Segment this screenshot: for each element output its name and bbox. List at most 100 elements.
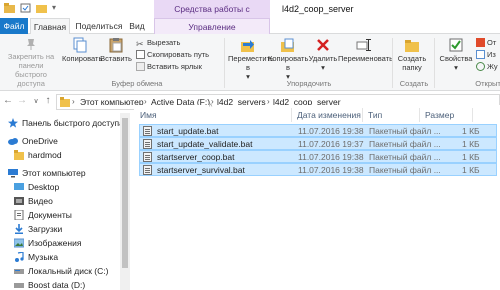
paste-label: Вставить xyxy=(100,54,132,63)
copy-to-icon xyxy=(281,38,294,52)
batch-file-icon xyxy=(143,165,152,175)
file-type: Пакетный файл ... xyxy=(369,139,441,149)
tab-file[interactable]: Файл xyxy=(0,18,28,34)
folder-icon xyxy=(14,150,24,160)
cut-label: Вырезать xyxy=(147,38,181,47)
nav-scrollbar-thumb[interactable] xyxy=(122,118,128,268)
file-size: 1 КБ xyxy=(462,165,480,175)
computer-icon xyxy=(8,169,18,178)
column-separator[interactable] xyxy=(362,108,363,122)
paste-shortcut-button[interactable]: Вставить ярлык xyxy=(136,61,202,72)
scissors-icon: ✂ xyxy=(136,39,144,49)
cloud-icon xyxy=(8,138,18,145)
quick-access-dropdown-icon[interactable]: ▾ xyxy=(52,3,56,12)
copy-to-label: Копировать в xyxy=(268,54,309,72)
delete-button[interactable]: Удалить ▾ xyxy=(308,37,338,72)
copy-button[interactable]: Копировать xyxy=(62,37,102,63)
nav-label-drive-c: Локальный диск (C:) xyxy=(28,266,109,276)
file-modified: 11.07.2016 19:38 xyxy=(298,165,364,175)
column-separator[interactable] xyxy=(472,108,473,122)
nav-label-desktop: Desktop xyxy=(28,182,60,192)
open-icon xyxy=(476,38,485,47)
properties-icon xyxy=(449,38,463,52)
edit-button[interactable]: Из xyxy=(476,49,496,60)
context-group-title: Средства работы с приложениями xyxy=(154,0,270,32)
title-bar: ▾ Средства работы с приложениями l4d2_co… xyxy=(0,0,500,32)
rename-button[interactable]: Переименовать xyxy=(338,37,393,63)
paste-icon xyxy=(109,38,123,53)
group-open-label: Открыть xyxy=(475,79,500,88)
rename-icon xyxy=(356,39,371,51)
column-header-size[interactable]: Размер xyxy=(425,108,454,122)
ribbon-separator xyxy=(434,38,435,88)
tab-share[interactable]: Поделиться xyxy=(74,18,124,34)
file-name: start_update_validate.bat xyxy=(157,139,253,149)
properties-quick-icon[interactable] xyxy=(20,3,31,13)
nav-label-onedrive: OneDrive xyxy=(22,136,58,146)
file-modified: 11.07.2016 19:38 xyxy=(298,152,364,162)
nav-label-this-pc: Этот компьютер xyxy=(22,168,86,178)
star-icon xyxy=(8,118,18,128)
table-row[interactable]: startserver_survival.bat 11.07.2016 19:3… xyxy=(139,163,497,176)
properties-button[interactable]: Свойства ▾ xyxy=(438,37,474,72)
navigation-pane: Панель быстрого доступа OneDrive hardmod… xyxy=(0,113,130,290)
nav-label-music: Музыка xyxy=(28,252,59,262)
batch-file-icon xyxy=(143,126,152,136)
forward-arrow-icon[interactable]: → xyxy=(16,95,28,106)
folder-icon xyxy=(60,97,70,107)
pin-quick-access-button[interactable]: Закрепить на панели быстрого доступа xyxy=(2,37,60,88)
file-size: 1 КБ xyxy=(462,139,480,149)
group-clipboard-label: Буфер обмена xyxy=(111,79,163,88)
open-button[interactable]: От xyxy=(476,37,496,48)
up-arrow-icon[interactable]: ↑ xyxy=(42,95,54,106)
table-row[interactable]: start_update_validate.bat 11.07.2016 19:… xyxy=(139,137,497,150)
copy-label: Копировать xyxy=(62,54,103,63)
new-folder-button[interactable]: Создать папку xyxy=(396,37,428,72)
move-to-icon xyxy=(241,40,254,52)
file-size: 1 КБ xyxy=(462,152,480,162)
edit-icon xyxy=(476,50,485,59)
nav-label-downloads: Загрузки xyxy=(28,224,63,234)
column-separator[interactable] xyxy=(291,108,292,122)
tab-view[interactable]: Вид xyxy=(126,18,148,34)
file-list: ^ Имя Дата изменения Тип Размер start_up… xyxy=(134,104,500,290)
file-type: Пакетный файл ... xyxy=(369,165,441,175)
file-name: startserver_coop.bat xyxy=(157,152,235,162)
back-arrow-icon[interactable]: ← xyxy=(2,95,14,106)
cut-button[interactable]: ✂ Вырезать xyxy=(136,37,181,49)
file-type: Пакетный файл ... xyxy=(369,152,441,162)
copy-to-button[interactable]: Копировать в ▾ xyxy=(268,37,308,81)
folder-app-icon xyxy=(4,3,15,13)
pin-label: Закрепить на панели быстрого доступа xyxy=(7,52,55,88)
desktop-icon xyxy=(14,183,24,190)
ribbon: Закрепить на панели быстрого доступа Коп… xyxy=(0,34,500,91)
paste-button[interactable]: Вставить xyxy=(100,37,132,63)
delete-label: Удалить xyxy=(308,54,338,63)
column-header-name[interactable]: Имя xyxy=(140,108,157,122)
video-icon xyxy=(14,197,24,205)
move-to-button[interactable]: Переместить в ▾ xyxy=(228,37,274,81)
new-folder-icon xyxy=(405,40,419,52)
copy-icon xyxy=(73,37,87,53)
tab-manage[interactable]: Управление xyxy=(154,18,270,34)
window-title: l4d2_coop_server xyxy=(282,4,354,14)
column-header-type[interactable]: Тип xyxy=(368,108,382,122)
drive-icon xyxy=(14,269,24,274)
column-separator[interactable] xyxy=(419,108,420,122)
open-label: От xyxy=(487,38,497,47)
copy-path-button[interactable]: Скопировать путь xyxy=(136,49,209,60)
recent-locations-dropdown-icon[interactable]: ∨ xyxy=(30,97,42,105)
column-header-modified[interactable]: Дата изменения xyxy=(297,108,361,122)
new-folder-quick-icon[interactable] xyxy=(36,3,47,13)
table-row[interactable]: start_update.bat 11.07.2016 19:38 Пакетн… xyxy=(139,124,497,137)
history-icon xyxy=(476,62,485,71)
file-name: startserver_survival.bat xyxy=(157,165,245,175)
tab-home[interactable]: Главная xyxy=(30,18,70,35)
file-modified: 11.07.2016 19:37 xyxy=(298,139,364,149)
table-row[interactable]: startserver_coop.bat 11.07.2016 19:38 Па… xyxy=(139,150,497,163)
nav-label-hardmod: hardmod xyxy=(28,150,62,160)
pin-icon xyxy=(27,39,35,50)
copy-path-icon xyxy=(136,50,145,59)
history-button[interactable]: Жу xyxy=(476,61,498,72)
ribbon-tabs: Файл Главная Поделиться Вид Управление xyxy=(0,18,500,35)
